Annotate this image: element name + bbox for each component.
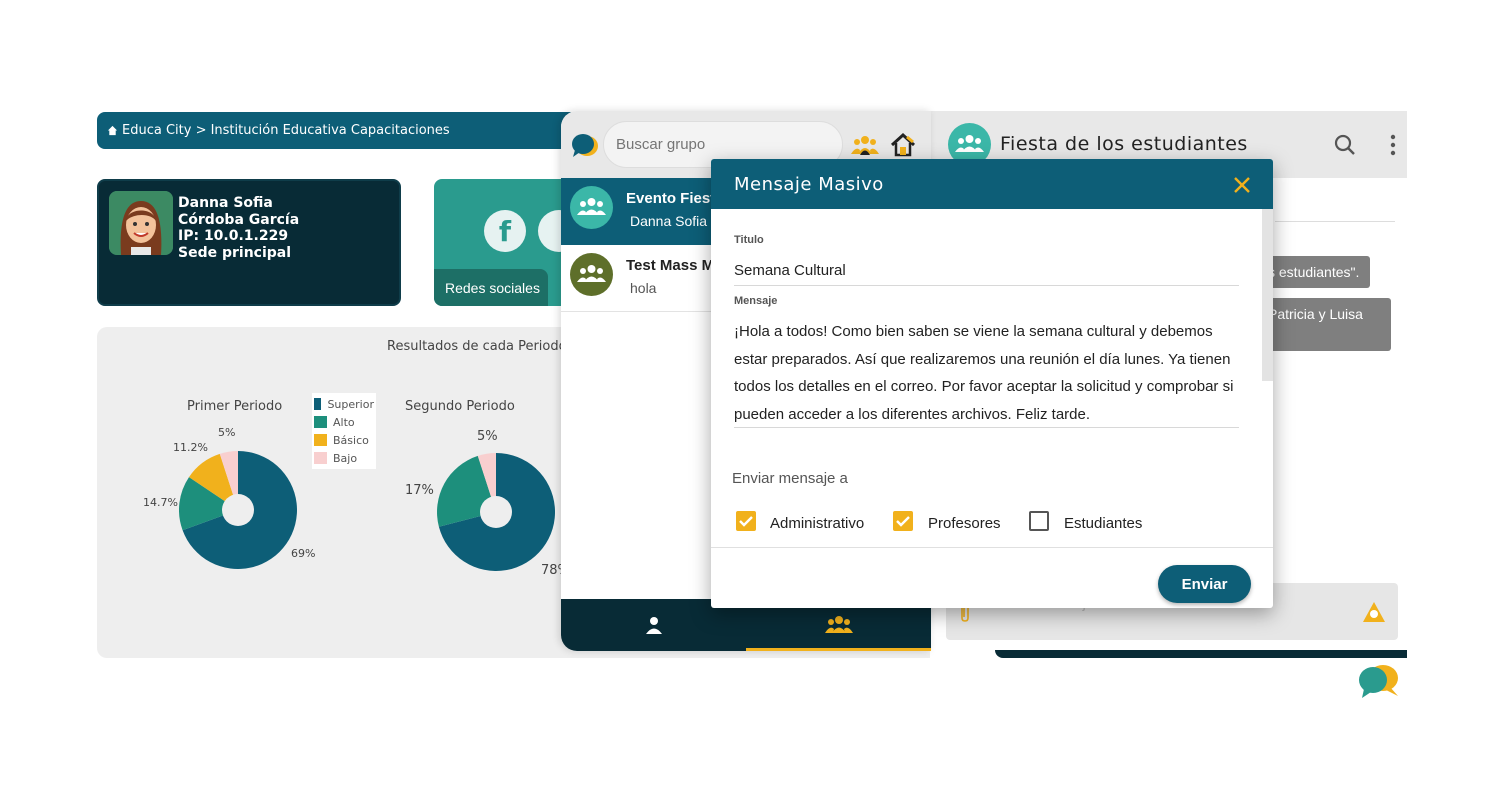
brand-logo-icon	[1359, 665, 1398, 698]
pie-chart-1	[179, 451, 297, 569]
chat-title: Fiesta de los estudiantes	[1000, 133, 1248, 155]
message-field-label: Mensaje	[734, 295, 778, 307]
group-last-message: hola	[630, 280, 657, 296]
profesores-checkbox[interactable]	[893, 511, 913, 531]
more-options-icon[interactable]	[1388, 133, 1398, 157]
group-avatar	[570, 253, 613, 296]
home-icon[interactable]	[107, 125, 118, 136]
modal-scrollbar[interactable]	[1262, 209, 1273, 381]
legend-item: Alto	[314, 413, 374, 431]
estudiantes-label[interactable]: Estudiantes	[1064, 515, 1142, 532]
send-button[interactable]: Enviar	[1158, 565, 1251, 603]
pie2-label-alto: 17%	[405, 483, 434, 498]
home-icon[interactable]	[889, 131, 917, 159]
modal-header: Mensaje Masivo	[711, 159, 1273, 209]
pie1-label-superior: 69%	[291, 547, 316, 560]
chat-logo-icon	[572, 134, 598, 157]
people-icon	[824, 615, 853, 633]
message-field[interactable]: ¡Hola a todos! Como bien saben se viene …	[734, 318, 1244, 428]
breadcrumb-text[interactable]: Educa City > Institución Educativa Capac…	[122, 123, 450, 138]
message-field-underline	[734, 427, 1239, 428]
legend-item: Básico	[314, 431, 374, 449]
send-icon[interactable]	[1361, 600, 1387, 624]
pie-chart-2	[437, 453, 555, 571]
group-name: Evento Fiest	[626, 190, 716, 207]
pie1-label-bajo: 5%	[218, 426, 236, 439]
profile-ip: IP: 10.0.1.229	[178, 228, 289, 244]
profile-name: Danna Sofia	[178, 195, 273, 211]
pie-title-1: Primer Periodo	[187, 399, 283, 414]
profile-surname: Córdoba García	[178, 211, 300, 228]
person-icon	[645, 617, 662, 634]
title-field[interactable]: Semana Cultural	[734, 262, 846, 279]
profesores-label[interactable]: Profesores	[928, 515, 1001, 532]
pie-title-2: Segundo Periodo	[405, 399, 515, 414]
group-last-message: Danna Sofia :	[630, 213, 715, 229]
send-to-label: Enviar mensaje a	[732, 470, 848, 487]
modal-footer-divider	[711, 547, 1273, 548]
chat-bubble: s estudiantes".	[1260, 256, 1370, 288]
pie1-label-alto: 14.7%	[143, 496, 178, 509]
search-icon[interactable]	[1333, 133, 1357, 157]
divider	[1275, 221, 1395, 222]
social-label: Redes sociales	[434, 269, 548, 306]
pie1-label-basico: 11.2%	[173, 441, 208, 454]
estudiantes-checkbox[interactable]	[1029, 511, 1049, 531]
avatar	[109, 191, 173, 255]
profile-site: Sede principal	[178, 244, 292, 261]
legend-item: Superior	[314, 395, 374, 413]
chart-legend: Superior Alto Básico Bajo	[312, 393, 376, 469]
administrativo-label[interactable]: Administrativo	[770, 515, 864, 532]
administrativo-checkbox[interactable]	[736, 511, 756, 531]
profile-card: Danna Sofia Córdoba García IP: 10.0.1.22…	[97, 179, 401, 306]
facebook-icon[interactable]: f	[484, 210, 526, 252]
title-field-underline	[734, 285, 1239, 286]
chat-bottom-bar	[995, 650, 1407, 658]
legend-item: Bajo	[314, 449, 374, 467]
people-icon[interactable]	[851, 134, 879, 156]
group-name: Test Mass M	[626, 257, 715, 274]
pie2-label-bajo: 5%	[477, 429, 498, 444]
breadcrumb: Educa City > Institución Educativa Capac…	[97, 112, 577, 149]
title-field-label: Titulo	[734, 234, 764, 246]
chat-bubble: Patricia y Luisa	[1260, 298, 1391, 351]
close-icon[interactable]	[1231, 174, 1253, 196]
results-title: Resultados de cada Periodo d	[387, 339, 579, 354]
group-avatar	[570, 186, 613, 229]
modal-title: Mensaje Masivo	[734, 174, 884, 195]
mass-message-modal: Mensaje Masivo Titulo Semana Cultural Me…	[711, 159, 1273, 608]
